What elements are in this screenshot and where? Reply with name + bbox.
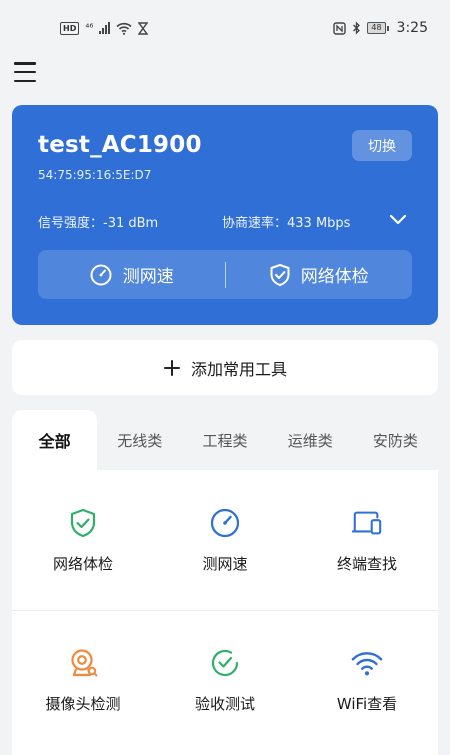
tool-label: WiFi查看 xyxy=(336,695,398,713)
bluetooth-icon xyxy=(353,21,361,35)
status-right: 48 3:25 xyxy=(333,20,428,36)
speedometer-icon xyxy=(210,508,240,537)
check-circle-icon xyxy=(211,649,239,677)
network-check-label: 网络体检 xyxy=(300,267,369,287)
cellular-signal-icon xyxy=(99,22,111,34)
tools-row: 网络体检 测网速 终端查找 xyxy=(12,470,438,610)
tab-all[interactable]: 全部 xyxy=(12,410,98,470)
speedometer-icon xyxy=(90,264,112,285)
category-tabs: 全部 无线类 工程类 运维类 安防类 xyxy=(12,410,438,470)
tool-network-check[interactable]: 网络体检 xyxy=(12,470,154,610)
tool-label: 终端查找 xyxy=(336,554,397,573)
add-tools-button[interactable]: 添加常用工具 xyxy=(12,340,438,395)
tools-panel: 全部 无线类 工程类 运维类 安防类 网络体检 测网速 终端查找 摄像头检测 验… xyxy=(12,410,438,755)
speed-test-label: 测网速 xyxy=(122,267,174,287)
status-left: HD ⁴⁶ xyxy=(60,21,149,35)
tool-camera-detect[interactable]: 摄像头检测 xyxy=(12,611,154,750)
switch-button[interactable]: 切换 xyxy=(352,130,412,161)
add-tools-label: 添加常用工具 xyxy=(190,359,287,379)
tool-label: 网络体检 xyxy=(52,554,113,573)
chevron-down-icon[interactable] xyxy=(388,212,408,228)
tool-label: 摄像头检测 xyxy=(45,695,121,713)
tools-row: 摄像头检测 验收测试 WiFi查看 xyxy=(12,610,438,750)
menu-icon[interactable] xyxy=(14,62,36,82)
speed-test-button[interactable]: 测网速 xyxy=(38,250,225,299)
network-type: ⁴⁶ xyxy=(85,22,94,34)
wifi-status-icon xyxy=(116,22,132,35)
clock: 3:25 xyxy=(396,20,428,36)
device-card: test_AC1900 54:75:95:16:5E:D7 切换 信号强度：-3… xyxy=(12,105,438,325)
battery-level: 48 xyxy=(367,22,386,34)
battery-icon: 48 xyxy=(367,22,389,34)
network-check-button[interactable]: 网络体检 xyxy=(226,250,413,299)
plus-icon xyxy=(163,359,180,376)
tab-wireless[interactable]: 无线类 xyxy=(97,410,182,470)
device-name: test_AC1900 xyxy=(38,132,202,158)
shield-check-icon xyxy=(70,508,96,537)
tool-wifi-view[interactable]: WiFi查看 xyxy=(296,611,438,750)
nfc-icon xyxy=(333,21,347,35)
camera-icon xyxy=(71,649,98,677)
devices-icon xyxy=(351,511,382,534)
tab-operations[interactable]: 运维类 xyxy=(268,410,353,470)
status-bar: HD ⁴⁶ 48 3:25 xyxy=(0,0,450,56)
shield-check-icon xyxy=(270,263,290,286)
device-mac: 54:75:95:16:5E:D7 xyxy=(38,168,152,182)
wifi-icon xyxy=(351,652,383,676)
tab-security[interactable]: 安防类 xyxy=(353,410,438,470)
tab-engineering[interactable]: 工程类 xyxy=(182,410,267,470)
tool-device-finder[interactable]: 终端查找 xyxy=(296,470,438,610)
signal-strength: 信号强度：-31 dBm xyxy=(38,216,159,231)
tool-acceptance-test[interactable]: 验收测试 xyxy=(154,611,296,750)
hourglass-icon xyxy=(138,21,149,35)
tool-label: 验收测试 xyxy=(194,695,255,713)
tool-speed-test[interactable]: 测网速 xyxy=(154,470,296,610)
hd-badge: HD xyxy=(60,21,80,35)
tool-label: 测网速 xyxy=(202,554,248,573)
link-rate: 协商速率：433 Mbps xyxy=(222,216,351,231)
quick-actions: 测网速 网络体检 xyxy=(38,250,412,299)
